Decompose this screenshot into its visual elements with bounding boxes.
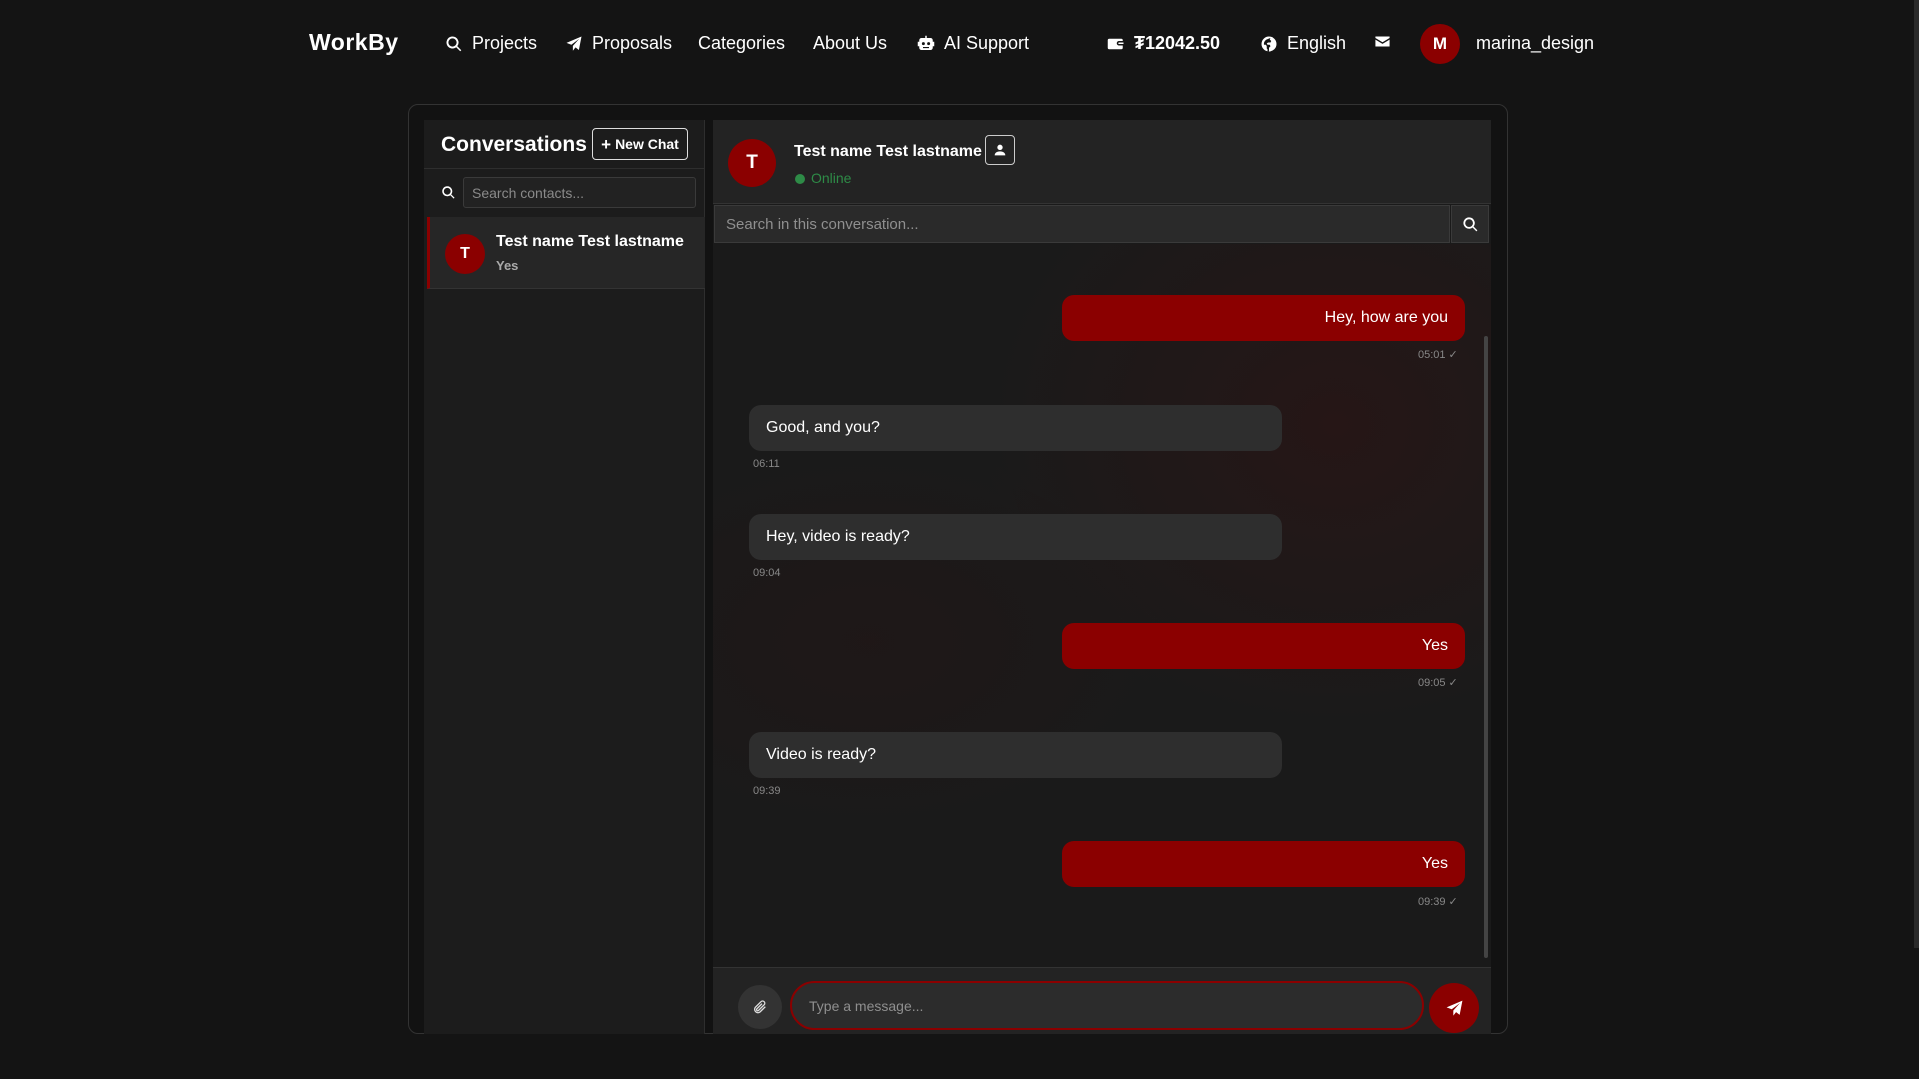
globe-icon [1261,36,1277,52]
nav-ai-support[interactable]: AI Support [917,33,1029,54]
nav-about-us[interactable]: About Us [813,33,887,54]
paperclip-icon [754,1000,766,1014]
message-input[interactable] [790,981,1424,1030]
message-incoming: Good, and you? [749,405,1282,451]
messages-link[interactable] [1374,33,1391,50]
plus-icon: + [601,134,612,154]
paper-plane-icon [1446,1000,1462,1016]
message-text: Video is ready? [766,746,876,763]
nav-categories[interactable]: Categories [698,33,785,54]
message-time: 09:04 [753,567,781,579]
robot-icon [917,35,935,50]
search-icon [442,186,455,199]
view-profile-button[interactable] [985,135,1015,165]
message-outgoing: Hey, how are you [1062,295,1465,341]
chat-contact-name: Test name Test lastname [794,143,982,160]
nav-projects-label: Projects [472,33,538,53]
user-avatar[interactable]: M [1420,24,1460,64]
message-incoming: Hey, video is ready? [749,514,1282,560]
contact-avatar: T [445,234,485,274]
language-label: English [1287,33,1347,53]
new-chat-label: New Chat [615,136,679,152]
message-time: 09:39 [753,785,781,797]
message-outgoing: Yes [1062,623,1465,669]
language-selector[interactable]: English [1260,33,1346,54]
wallet-balance[interactable]: ₮12042.50 [1107,33,1220,54]
nav-ai-support-label: AI Support [944,33,1030,53]
chat-header [713,120,1491,204]
username[interactable]: marina_design [1476,33,1594,54]
nav-categories-label: Categories [698,33,786,53]
wallet-balance-value: ₮12042.50 [1134,33,1221,53]
message-time: 06:11 [753,458,780,470]
check-icon: ✓ [1448,349,1458,361]
message-text: Yes [1421,637,1448,654]
nav-projects[interactable]: Projects [445,33,537,54]
message-outgoing: Yes [1062,841,1465,887]
nav-proposals[interactable]: Proposals [565,33,672,54]
page-scrollbar[interactable] [1914,0,1919,948]
brand-logo[interactable]: WorkBy [309,29,399,56]
search-icon [446,36,462,51]
message-time-value: 05:01 [1418,348,1446,361]
nav-proposals-label: Proposals [592,33,673,53]
message-time-value: 09:04 [753,567,781,579]
message-text: Yes [1421,855,1448,872]
message-time-value: 09:39 [753,785,781,797]
send-button[interactable] [1429,983,1479,1033]
message-text: Hey, how are you [1324,309,1448,326]
user-icon [994,144,1006,156]
message-incoming: Video is ready? [749,732,1282,778]
online-status-dot [795,174,805,184]
conversation-search-input[interactable] [714,205,1450,243]
contact-name: Test name Test lastname [496,233,684,250]
wallet-icon [1107,38,1124,49]
message-time: 05:01 ✓ [1418,348,1458,362]
message-time-value: 06:11 [753,458,780,470]
check-icon: ✓ [1448,896,1458,908]
contact-search-input[interactable] [463,177,696,208]
message-text: Good, and you? [766,419,880,436]
online-status: Online [811,170,852,186]
paper-plane-icon [566,36,582,51]
chat-avatar: T [728,139,776,187]
attach-file-button[interactable] [738,985,782,1029]
message-time-value: 09:39 [1418,895,1446,908]
contact-last-message: Yes [496,258,519,273]
message-time-value: 09:05 [1418,676,1446,689]
message-text: Hey, video is ready? [766,528,910,545]
conversation-search-button[interactable] [1451,205,1489,243]
sidebar-divider [424,168,705,169]
search-icon [1462,216,1477,231]
new-chat-button[interactable]: + New Chat [592,128,688,160]
message-time: 09:05 ✓ [1418,676,1458,690]
message-time: 09:39 ✓ [1418,895,1458,909]
envelope-icon [1375,36,1390,47]
check-icon: ✓ [1448,677,1458,689]
sidebar-title: Conversations [441,133,587,156]
nav-about-label: About Us [813,33,888,53]
message-scrollbar[interactable] [1484,336,1488,958]
